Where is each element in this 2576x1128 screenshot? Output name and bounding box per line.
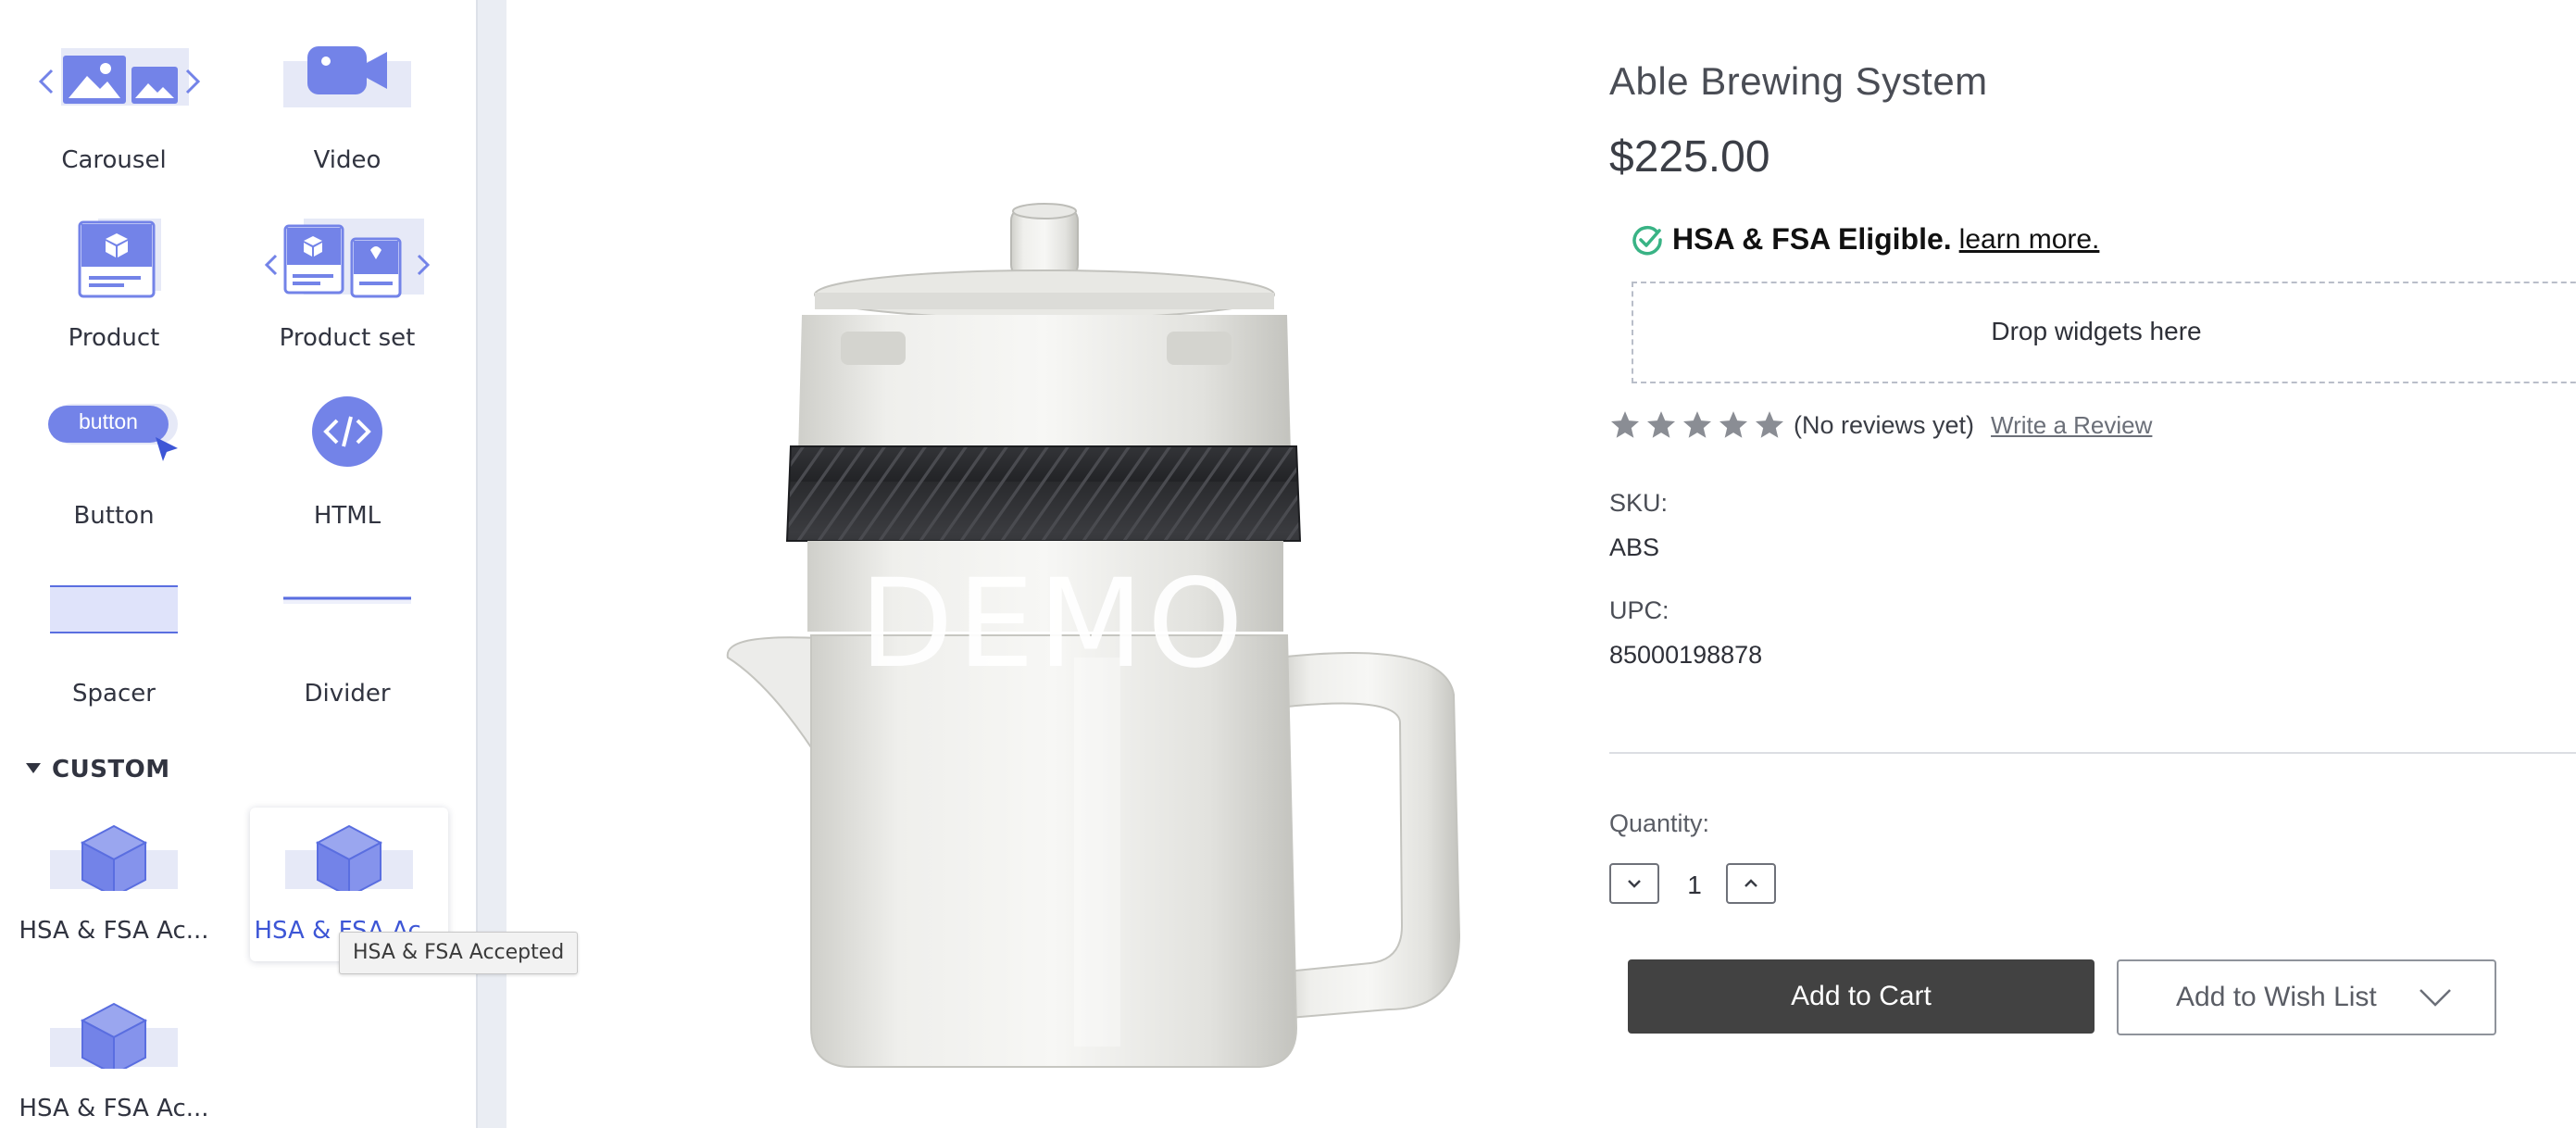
custom-widget-hsa-3[interactable]: HSA & FSA Ac... — [15, 985, 213, 1128]
add-to-wishlist-button[interactable]: Add to Wish List — [2117, 959, 2496, 1035]
spacer-label: Spacer — [72, 680, 156, 708]
star-icon — [1610, 411, 1640, 438]
rating-row: (No reviews yet) Write a Review — [1609, 409, 2152, 441]
html-widget[interactable]: HTML — [248, 396, 446, 530]
divider-widget[interactable]: Divider — [248, 574, 446, 708]
chevron-up-icon — [1744, 879, 1757, 887]
cube-icon — [285, 824, 413, 898]
hsa-eligible-text: HSA & FSA Eligible. — [1672, 222, 1952, 256]
write-review-link[interactable]: Write a Review — [1991, 411, 2152, 440]
code-icon — [312, 396, 382, 467]
product-label: Product — [68, 324, 160, 352]
video-widget[interactable]: Video — [248, 41, 446, 174]
cube-icon — [50, 1002, 178, 1076]
spacer-widget[interactable]: Spacer — [15, 574, 213, 708]
hsa-eligibility-row: HSA & FSA Eligible. learn more. — [1632, 222, 2099, 257]
quantity-decrease-button[interactable] — [1609, 863, 1659, 904]
add-to-wishlist-label: Add to Wish List — [2176, 982, 2377, 1012]
sku-value: ABS — [1609, 533, 1660, 561]
star-icon — [1682, 411, 1712, 438]
custom-widget-hsa-1[interactable]: HSA & FSA Ac... — [15, 808, 213, 956]
demo-watermark: DEMO — [859, 553, 1247, 696]
product-title: Able Brewing System — [1609, 59, 1988, 103]
star-icon — [1646, 411, 1676, 438]
custom-section-toggle[interactable]: CUSTOM — [26, 756, 170, 783]
carousel-label: Carousel — [61, 146, 167, 174]
divider-label: Divider — [304, 680, 391, 708]
product-price: $225.00 — [1609, 132, 1770, 182]
details-divider — [1609, 752, 2576, 754]
carousel-widget[interactable]: Carousel — [15, 41, 213, 174]
chevron-down-icon — [1628, 880, 1641, 888]
button-label: Button — [73, 502, 155, 530]
spacer-icon — [50, 585, 178, 633]
cube-icon — [50, 824, 178, 898]
product-set-icon — [264, 219, 431, 298]
button-widget[interactable]: button Button — [15, 396, 213, 530]
carousel-icon — [38, 48, 201, 106]
review-count: (No reviews yet) — [1794, 410, 1975, 439]
add-to-cart-button[interactable]: Add to Cart — [1628, 959, 2095, 1034]
upc-label: UPC: — [1609, 596, 1669, 624]
quantity-input[interactable]: 1 — [1683, 871, 1706, 900]
star-icon — [1755, 411, 1784, 438]
custom-section-title: CUSTOM — [52, 756, 170, 783]
html-label: HTML — [313, 502, 381, 530]
quantity-label: Quantity: — [1609, 809, 1710, 837]
chevron-down-icon — [2420, 989, 2451, 1007]
sku-label: SKU: — [1609, 489, 1669, 517]
video-camera-icon — [283, 46, 411, 107]
product-set-label: Product set — [279, 324, 416, 352]
upc-value: 85000198878 — [1609, 641, 1763, 669]
check-circle-icon — [1632, 225, 1662, 255]
star-icon — [1719, 411, 1748, 438]
drop-zone-text: Drop widgets here — [1991, 317, 2202, 345]
button-preview-text: button — [79, 409, 138, 433]
custom-widget-hsa-3-label: HSA & FSA Ac... — [19, 1095, 209, 1122]
quantity-increase-button[interactable] — [1726, 863, 1776, 904]
widget-tooltip: HSA & FSA Accepted — [339, 932, 579, 974]
divider-icon — [283, 596, 411, 604]
hsa-learn-more-link[interactable]: learn more. — [1959, 224, 2100, 256]
video-label: Video — [313, 146, 381, 174]
widget-sidebar: Carousel Video Product Product set butto… — [0, 0, 579, 1128]
widget-drop-zone[interactable]: Drop widgets here — [1632, 282, 2576, 383]
custom-widget-hsa-1-label: HSA & FSA Ac... — [19, 917, 209, 945]
product-widget[interactable]: Product — [15, 219, 213, 352]
product-set-widget[interactable]: Product set — [248, 219, 446, 352]
product-details: Able Brewing System $225.00 HSA & FSA El… — [1609, 0, 2576, 1128]
product-card-icon — [78, 219, 161, 298]
caret-down-icon — [26, 763, 41, 773]
